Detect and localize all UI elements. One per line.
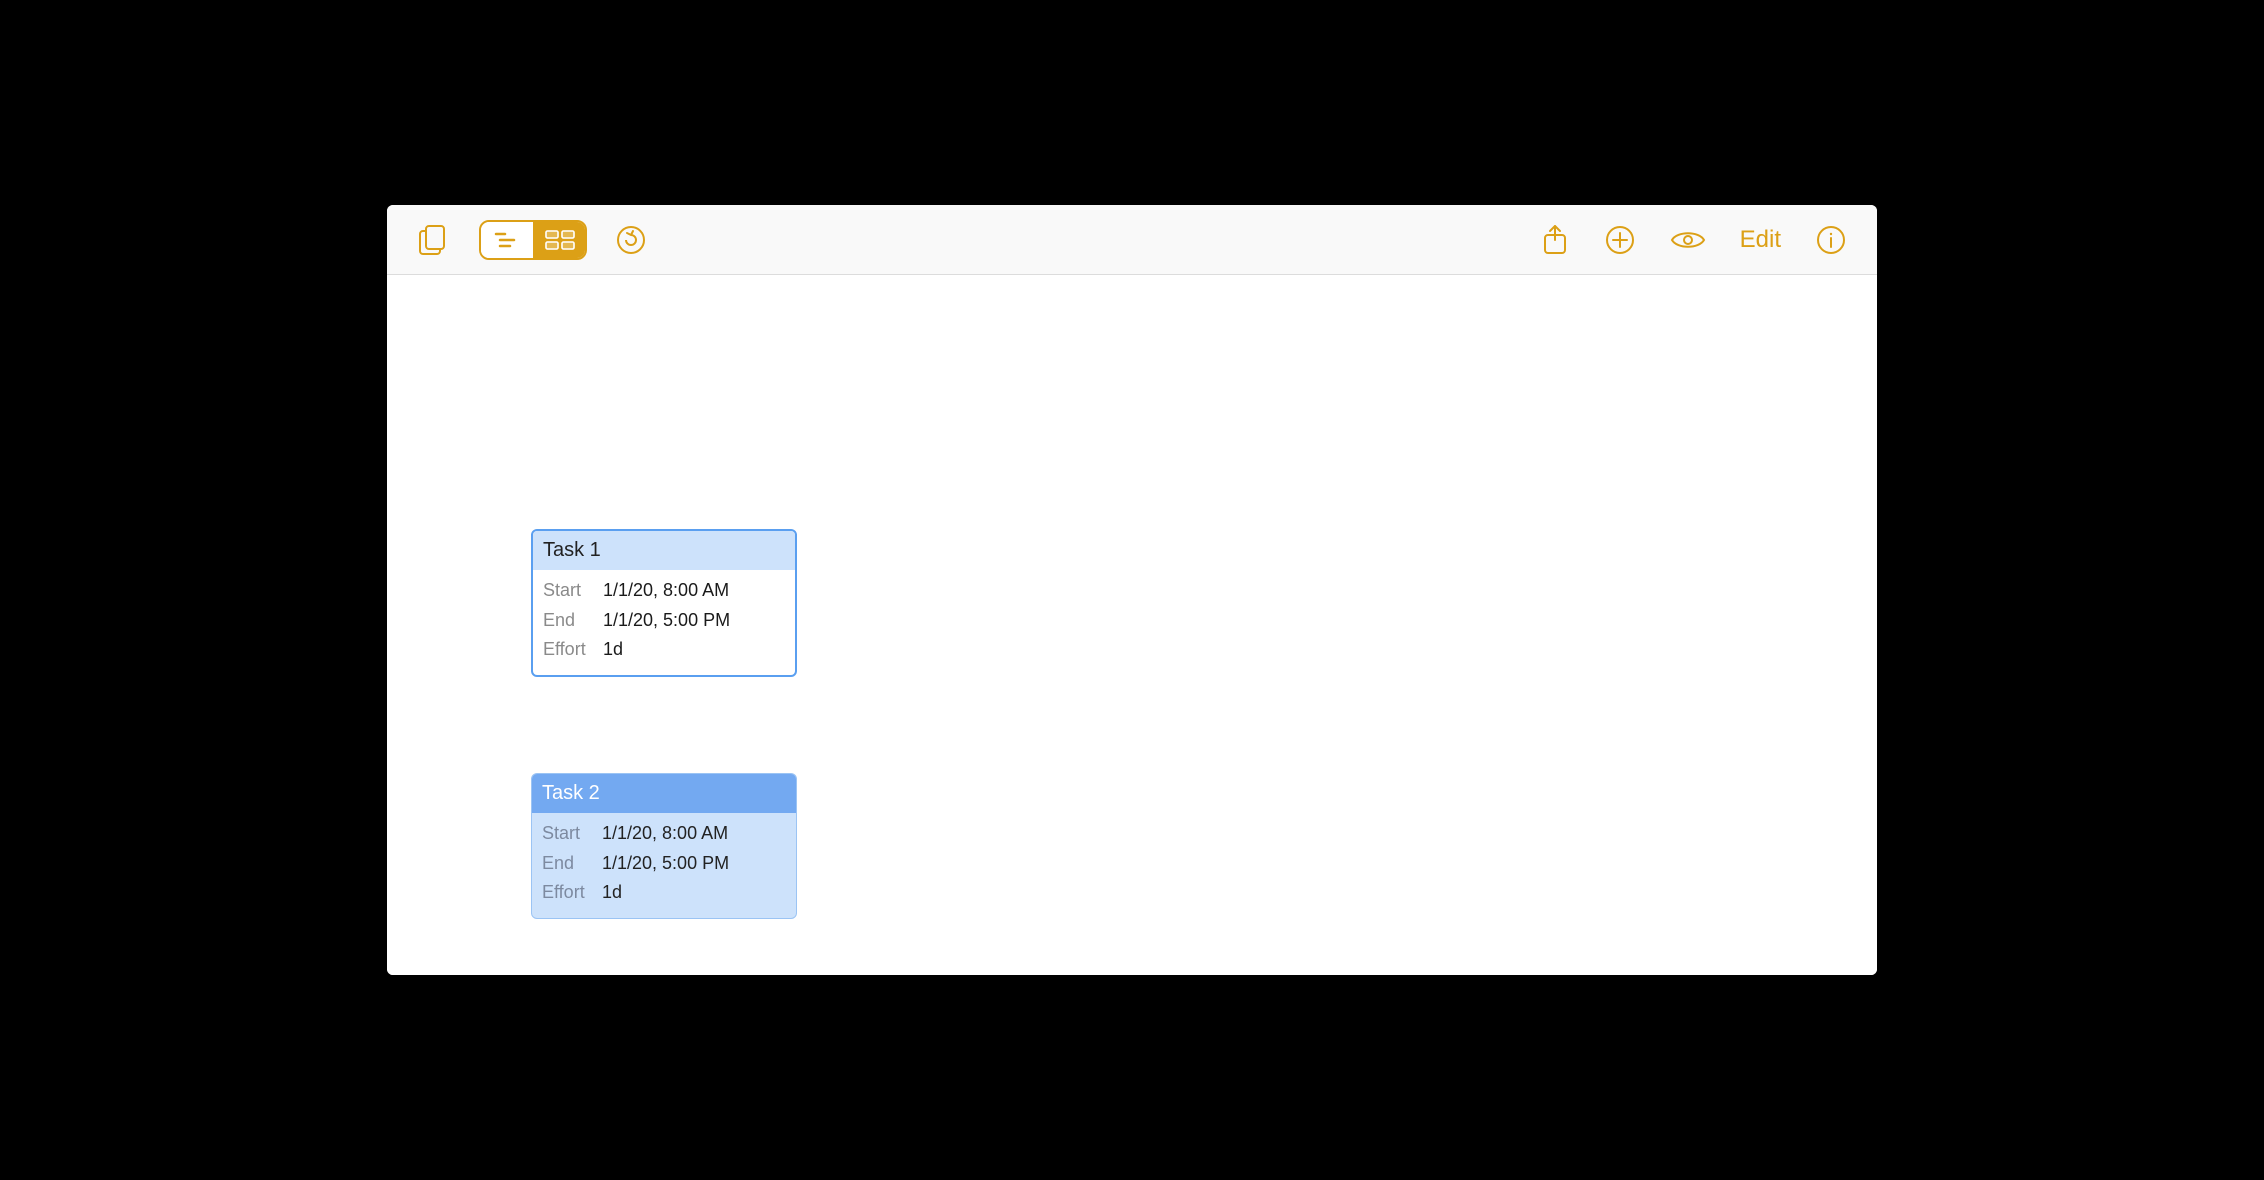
canvas[interactable]: Task 1 Start 1/1/20, 8:00 AM End 1/1/20,… [387,275,1877,975]
field-label: Start [542,819,588,849]
view-mode-segmented [479,220,587,260]
share-icon[interactable] [1540,223,1570,257]
view-mode-cards[interactable] [533,222,585,258]
task-field-end: End 1/1/20, 5:00 PM [542,849,786,879]
view-mode-outline[interactable] [481,222,533,258]
task-card[interactable]: Task 1 Start 1/1/20, 8:00 AM End 1/1/20,… [531,529,797,677]
field-value: 1/1/20, 8:00 AM [603,576,729,606]
task-card-body: Start 1/1/20, 8:00 AM End 1/1/20, 5:00 P… [532,813,796,918]
edit-button[interactable]: Edit [1740,226,1781,254]
task-field-end: End 1/1/20, 5:00 PM [543,606,785,636]
task-card-title: Task 1 [533,531,795,570]
documents-icon[interactable] [417,223,451,257]
toolbar: Edit [387,205,1877,275]
field-value: 1/1/20, 8:00 AM [602,819,728,849]
task-field-start: Start 1/1/20, 8:00 AM [542,819,786,849]
app-window: Edit Task 1 Start 1/1/20, 8:00 AM End [387,205,1877,975]
field-label: Effort [543,635,589,665]
task-field-effort: Effort 1d [542,878,786,908]
field-label: Effort [542,878,588,908]
task-card-body: Start 1/1/20, 8:00 AM End 1/1/20, 5:00 P… [533,570,795,675]
field-label: End [543,606,589,636]
field-value: 1d [603,635,623,665]
task-field-start: Start 1/1/20, 8:00 AM [543,576,785,606]
field-label: End [542,849,588,879]
field-value: 1/1/20, 5:00 PM [603,606,730,636]
eye-icon[interactable] [1670,228,1706,252]
add-icon[interactable] [1604,224,1636,256]
task-card-selected[interactable]: Task 2 Start 1/1/20, 8:00 AM End 1/1/20,… [531,773,797,919]
field-value: 1d [602,878,622,908]
undo-icon[interactable] [615,224,647,256]
field-label: Start [543,576,589,606]
task-field-effort: Effort 1d [543,635,785,665]
info-icon[interactable] [1815,224,1847,256]
task-card-title: Task 2 [532,774,796,813]
field-value: 1/1/20, 5:00 PM [602,849,729,879]
toolbar-left [417,220,647,260]
toolbar-right: Edit [1540,223,1847,257]
